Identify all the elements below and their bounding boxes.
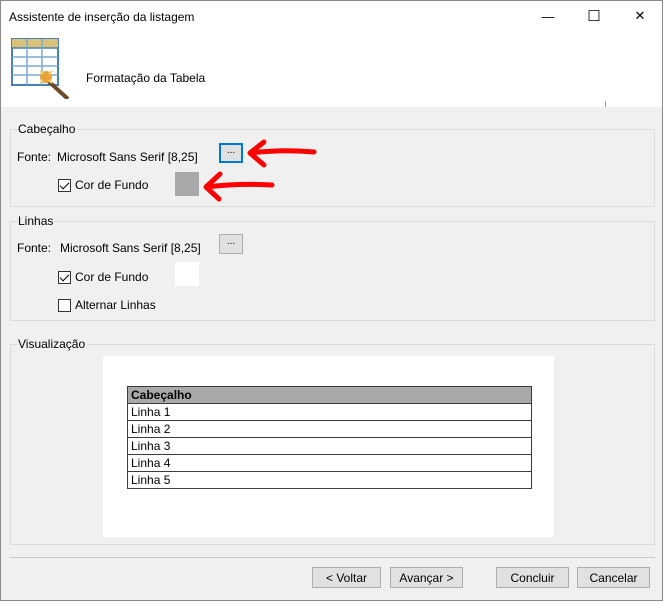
avancar-button[interactable]: Avançar > <box>390 567 463 588</box>
preview-header-row: Cabeçalho <box>127 386 532 404</box>
linhas-cor-de-fundo-checkbox[interactable] <box>58 271 71 284</box>
preview-row: Linha 3 <box>127 437 532 455</box>
concluir-button[interactable]: Concluir <box>496 567 569 588</box>
alternar-linhas-label[interactable]: Alternar Linhas <box>75 298 156 312</box>
maximize-icon: ☐ <box>587 8 601 25</box>
linhas-color-swatch[interactable] <box>175 262 199 286</box>
cabecalho-cor-de-fundo-label[interactable]: Cor de Fundo <box>75 178 148 192</box>
preview-cell: Linha 2 <box>127 420 532 438</box>
preview-cell: Linha 1 <box>127 403 532 421</box>
wizard-window: Assistente de inserção da listagem — ☐ ✕… <box>0 0 663 601</box>
visualizacao-group-label: Visualização <box>18 337 88 351</box>
cabecalho-cor-de-fundo-checkbox[interactable] <box>58 179 71 192</box>
wizard-header: Formatação da Tabela <box>1 31 662 107</box>
cabecalho-group-label: Cabeçalho <box>18 122 78 136</box>
linhas-group-label: Linhas <box>18 214 56 228</box>
linhas-fonte-value: Microsoft Sans Serif [8,25] <box>60 241 201 255</box>
preview-row: Linha 4 <box>127 454 532 472</box>
preview-header-cell: Cabeçalho <box>127 386 532 404</box>
voltar-button[interactable]: < Voltar <box>312 567 381 588</box>
window-title: Assistente de inserção da listagem <box>9 10 195 24</box>
annotation-arrow-font <box>247 139 317 168</box>
header-divider <box>605 101 606 107</box>
close-icon: ✕ <box>634 8 646 23</box>
preview-cell: Linha 5 <box>127 471 532 489</box>
cabecalho-fonte-label: Fonte: <box>17 150 52 164</box>
preview-cell: Linha 3 <box>127 437 532 455</box>
preview-panel: Cabeçalho Linha 1 Linha 2 Linha 3 Linha … <box>103 356 554 537</box>
close-button[interactable]: ✕ <box>618 1 662 31</box>
linhas-cor-de-fundo-label[interactable]: Cor de Fundo <box>75 270 148 284</box>
title-bar[interactable]: Assistente de inserção da listagem — ☐ ✕ <box>1 1 662 31</box>
linhas-font-button[interactable]: ... <box>219 234 243 254</box>
minimize-button[interactable]: — <box>526 1 570 31</box>
cabecalho-fonte-value: Microsoft Sans Serif [8,25] <box>57 150 198 164</box>
annotation-arrow-swatch <box>203 171 275 202</box>
maximize-button[interactable]: ☐ <box>572 1 616 31</box>
cabecalho-group <box>10 129 655 207</box>
table-wizard-icon <box>11 38 70 99</box>
linhas-fonte-label: Fonte: <box>17 241 52 255</box>
preview-cell: Linha 4 <box>127 454 532 472</box>
preview-row: Linha 5 <box>127 471 532 489</box>
preview-row: Linha 1 <box>127 403 532 421</box>
preview-row: Linha 2 <box>127 420 532 438</box>
cancelar-button[interactable]: Cancelar <box>577 567 650 588</box>
preview-table: Cabeçalho Linha 1 Linha 2 Linha 3 Linha … <box>127 386 532 489</box>
alternar-linhas-checkbox[interactable] <box>58 299 71 312</box>
step-title: Formatação da Tabela <box>86 71 206 85</box>
minimize-icon: — <box>541 8 555 24</box>
footer-divider <box>10 557 655 558</box>
